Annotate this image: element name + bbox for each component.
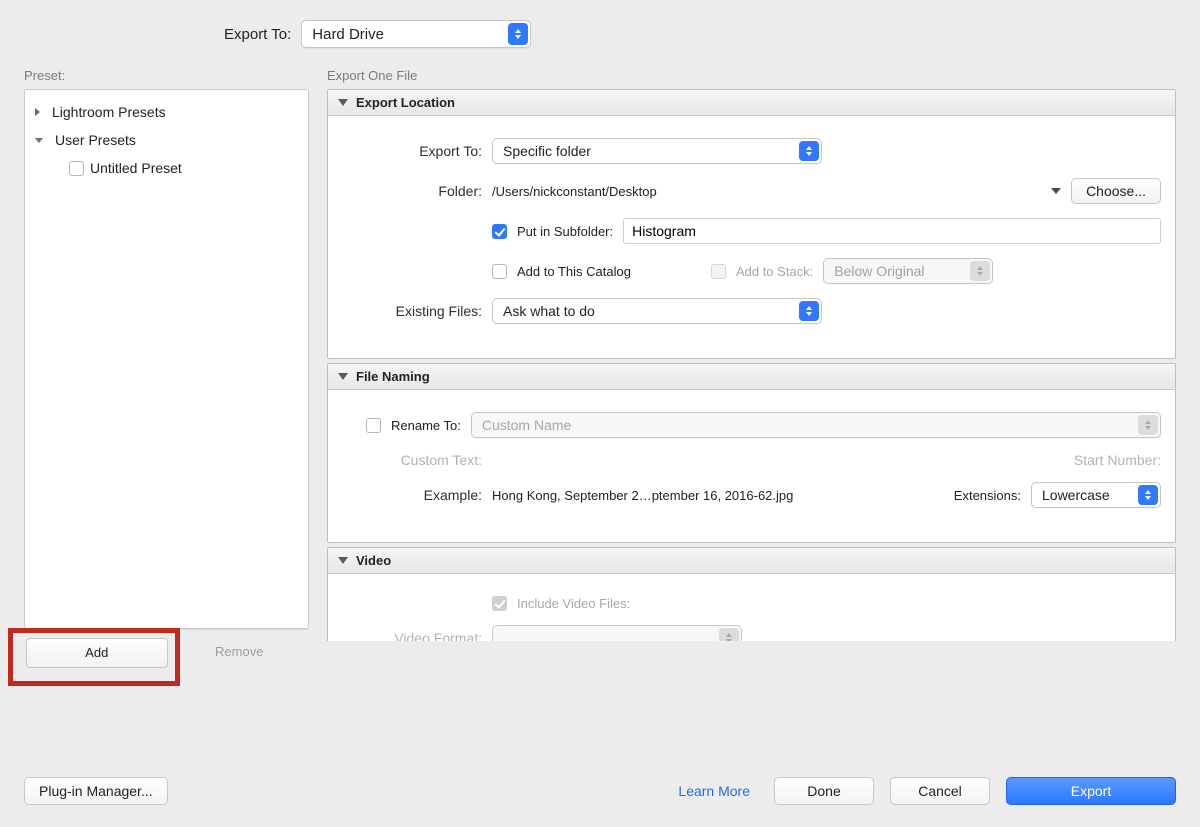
updown-icon: [1138, 485, 1158, 505]
export-to-label: Export To:: [342, 143, 482, 159]
preset-list[interactable]: Lightroom Presets User Presets Untitled …: [24, 89, 309, 629]
content-area: Preset: Lightroom Presets User Presets U…: [24, 68, 1176, 668]
panel-file-naming: File Naming Rename To: Custom Name: [327, 363, 1176, 543]
video-format-label: Video Format:: [342, 630, 482, 641]
example-label: Example:: [342, 487, 482, 503]
settings-column: Export One File Export Location Export T…: [327, 68, 1176, 668]
preset-checkbox[interactable]: [69, 161, 84, 176]
preset-header: Preset:: [24, 68, 309, 83]
panels-scroll[interactable]: Export Location Export To: Specific fold…: [327, 89, 1176, 641]
extensions-select[interactable]: Lowercase: [1031, 482, 1161, 508]
choose-folder-button[interactable]: Choose...: [1071, 178, 1161, 204]
subfolder-label: Put in Subfolder:: [517, 224, 613, 239]
learn-more-link[interactable]: Learn More: [678, 783, 750, 799]
preset-item-label: Untitled Preset: [90, 160, 182, 176]
panel-header-video[interactable]: Video: [328, 548, 1175, 574]
preset-group-label: Lightroom Presets: [52, 104, 166, 120]
subfolder-checkbox[interactable]: [492, 224, 507, 239]
panel-header-export-location[interactable]: Export Location: [328, 90, 1175, 116]
folder-history-icon[interactable]: [1051, 188, 1061, 194]
select-value: Specific folder: [503, 143, 591, 159]
export-dialog: Export To: Hard Drive Preset: Lightroom …: [0, 0, 1200, 827]
export-to-value: Hard Drive: [312, 26, 384, 43]
preset-group-user[interactable]: User Presets: [25, 126, 308, 154]
add-stack-checkbox: [711, 264, 726, 279]
existing-files-label: Existing Files:: [342, 303, 482, 319]
export-to-label: Export To:: [224, 26, 291, 43]
select-value: Lowercase: [1042, 487, 1110, 503]
panel-title: Video: [356, 553, 391, 568]
export-button[interactable]: Export: [1006, 777, 1176, 805]
disclosure-icon: [338, 373, 348, 380]
preset-item[interactable]: Untitled Preset: [25, 154, 308, 182]
footer-bar: Plug-in Manager... Learn More Done Cance…: [24, 777, 1176, 805]
panel-body: Export To: Specific folder Folder: /User…: [328, 116, 1175, 358]
remove-preset-button[interactable]: Remove: [170, 638, 310, 668]
preset-button-bar: Add Remove: [24, 629, 309, 668]
updown-icon: [799, 301, 819, 321]
updown-icon: [508, 23, 528, 45]
select-value: Below Original: [834, 263, 924, 279]
panel-header-file-naming[interactable]: File Naming: [328, 364, 1175, 390]
rename-checkbox[interactable]: [366, 418, 381, 433]
preset-column: Preset: Lightroom Presets User Presets U…: [24, 68, 309, 668]
include-video-label: Include Video Files:: [517, 596, 630, 611]
disclosure-icon: [338, 99, 348, 106]
export-to-select[interactable]: Hard Drive: [301, 20, 531, 48]
preset-group-lightroom[interactable]: Lightroom Presets: [25, 98, 308, 126]
extensions-label: Extensions:: [954, 488, 1021, 503]
subfolder-input[interactable]: [623, 218, 1161, 244]
add-preset-button[interactable]: Add: [26, 638, 168, 668]
done-button[interactable]: Done: [774, 777, 874, 805]
updown-icon: [799, 141, 819, 161]
panel-title: File Naming: [356, 369, 430, 384]
disclosure-icon: [338, 557, 348, 564]
folder-path: /Users/nickconstant/Desktop: [492, 184, 1041, 199]
add-stack-label: Add to Stack:: [736, 264, 813, 279]
select-value: Ask what to do: [503, 303, 595, 319]
rename-select: Custom Name: [471, 412, 1161, 438]
panel-export-location: Export Location Export To: Specific fold…: [327, 89, 1176, 359]
video-format-select: [492, 625, 742, 641]
folder-label: Folder:: [342, 183, 482, 199]
export-to-folder-select[interactable]: Specific folder: [492, 138, 822, 164]
custom-text-label: Custom Text:: [342, 452, 482, 468]
example-value: Hong Kong, September 2…ptember 16, 2016-…: [492, 488, 944, 503]
existing-files-select[interactable]: Ask what to do: [492, 298, 822, 324]
add-stack-select: Below Original: [823, 258, 993, 284]
add-catalog-checkbox[interactable]: [492, 264, 507, 279]
panel-video: Video Include Video Files: Video Format:: [327, 547, 1176, 641]
start-number-label: Start Number:: [1074, 452, 1161, 468]
preset-group-label: User Presets: [55, 132, 136, 148]
select-value: Custom Name: [482, 417, 571, 433]
settings-header: Export One File: [327, 68, 1176, 83]
top-export-row: Export To: Hard Drive: [24, 20, 1176, 48]
rename-label: Rename To:: [391, 418, 461, 433]
updown-icon: [719, 628, 739, 641]
cancel-button[interactable]: Cancel: [890, 777, 990, 805]
include-video-checkbox: [492, 596, 507, 611]
panel-title: Export Location: [356, 95, 455, 110]
updown-icon: [970, 261, 990, 281]
plugin-manager-button[interactable]: Plug-in Manager...: [24, 777, 168, 805]
updown-icon: [1138, 415, 1158, 435]
add-catalog-label: Add to This Catalog: [517, 264, 631, 279]
